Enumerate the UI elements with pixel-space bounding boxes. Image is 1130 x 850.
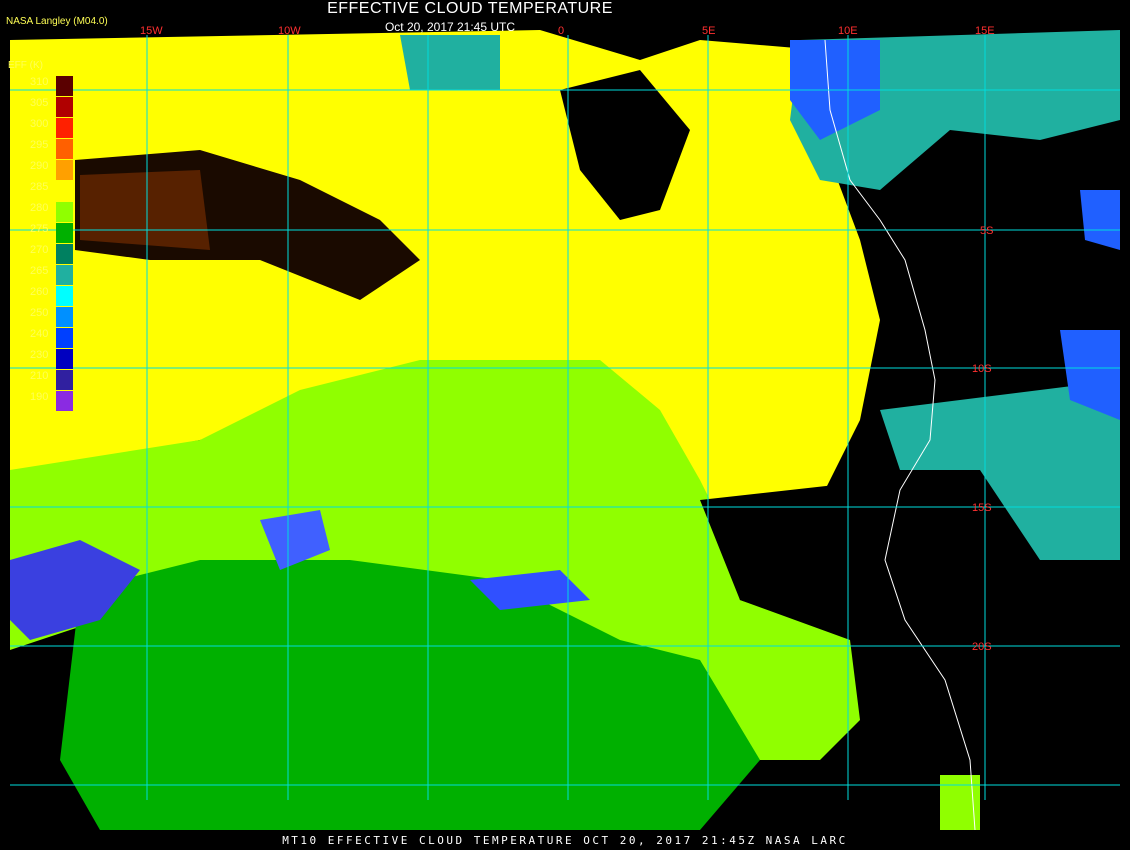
lat-label: 10S: [972, 363, 992, 375]
legend-swatch: [56, 370, 73, 390]
legend-label: 310: [30, 76, 49, 88]
legend-swatch: [56, 76, 73, 96]
lat-label: 20S: [972, 641, 992, 653]
legend-label: 285: [30, 181, 49, 193]
legend-label: 240: [30, 328, 49, 340]
legend-swatch: [56, 286, 73, 306]
legend-label: 275: [30, 223, 49, 235]
legend-label: 230: [30, 349, 49, 361]
footer-caption: MT10 EFFECTIVE CLOUD TEMPERATURE OCT 20,…: [282, 834, 848, 847]
legend-swatch: [56, 139, 73, 159]
legend-swatch: [56, 202, 73, 222]
legend-swatch: [56, 97, 73, 117]
legend-label: 270: [30, 244, 49, 256]
legend-swatch: [56, 160, 73, 180]
legend-swatch: [56, 307, 73, 327]
legend-label: 300: [30, 118, 49, 130]
legend-swatch: [56, 349, 73, 369]
legend-label: 250: [30, 307, 49, 319]
legend-label: 295: [30, 139, 49, 151]
legend-label: 260: [30, 286, 49, 298]
legend-swatch: [56, 328, 73, 348]
lon-label: 15E: [975, 25, 995, 37]
legend-swatch: [56, 223, 73, 243]
legend-swatch: [56, 265, 73, 285]
legend-label: 290: [30, 160, 49, 172]
legend-swatch: [56, 244, 73, 264]
legend-swatch: [56, 118, 73, 138]
lat-label: 15S: [972, 502, 992, 514]
page-title: EFFECTIVE CLOUD TEMPERATURE: [327, 0, 613, 17]
legend-unit: EFF (K): [8, 60, 43, 71]
timestamp: Oct 20, 2017 21:45 UTC: [384, 20, 516, 34]
legend-swatch: [56, 391, 73, 411]
legend-swatch: [56, 181, 73, 201]
legend-label: 190: [30, 391, 49, 403]
legend-label: 305: [30, 97, 49, 109]
lat-label: 5S: [980, 225, 993, 237]
legend-label: 265: [30, 265, 49, 277]
legend-label: 280: [30, 202, 49, 214]
cloud-temperature-map: 15W 10W 0 5E 10E 15E 5S 10S 15S 20S: [0, 0, 1130, 850]
legend-label: 210: [30, 370, 49, 382]
